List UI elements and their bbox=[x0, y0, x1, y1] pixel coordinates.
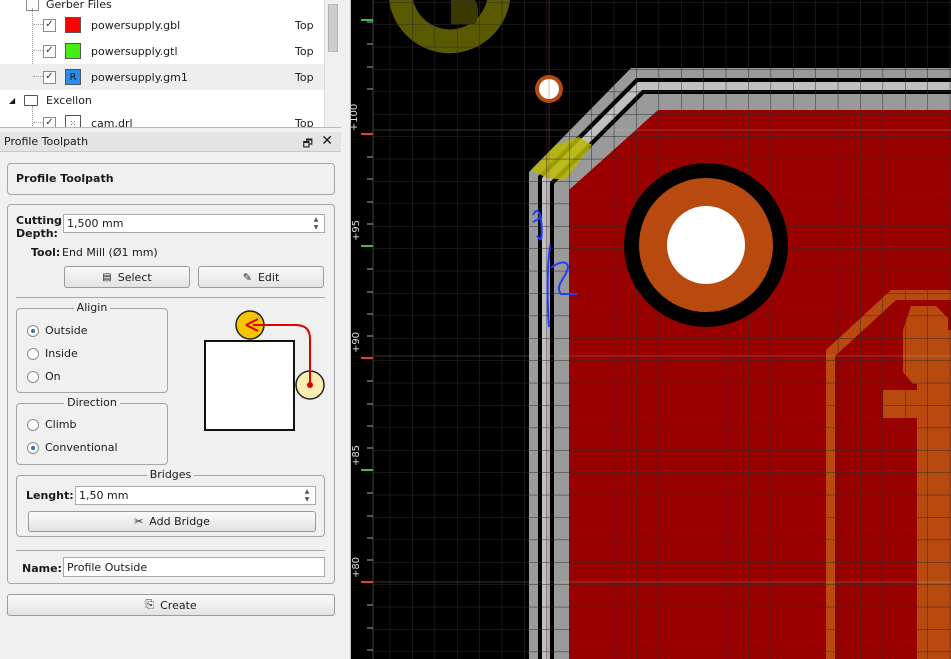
file-side: Top bbox=[295, 18, 314, 32]
checkbox-checked-icon[interactable]: ✓ bbox=[43, 70, 56, 84]
button-label: Edit bbox=[257, 270, 280, 284]
bridges-group: Bridges Lenght: 1,50 mm ▲ ▼ ✂ Add Bridge bbox=[16, 468, 325, 537]
spin-buttons[interactable]: ▲ ▼ bbox=[301, 488, 313, 503]
pcb-canvas[interactable]: +100 +95 +90 +85 +80 bbox=[349, 0, 951, 659]
align-inside-radio[interactable]: Inside bbox=[27, 347, 78, 360]
checkbox-checked-icon[interactable]: ✓ bbox=[43, 18, 56, 32]
tool-label: Tool: bbox=[31, 246, 61, 259]
button-label: Add Bridge bbox=[149, 515, 210, 528]
tool-value: End Mill (Ø1 mm) bbox=[62, 246, 158, 259]
tree-scrollbar[interactable] bbox=[324, 0, 341, 127]
layer-color-swatch[interactable] bbox=[65, 17, 81, 33]
radio-selected-icon bbox=[27, 324, 39, 337]
bridges-title: Bridges bbox=[146, 468, 195, 481]
cutting-depth-label: Depth: bbox=[16, 227, 58, 240]
direction-group: Direction Climb Conventional bbox=[16, 396, 168, 465]
close-icon[interactable]: ✕ bbox=[321, 133, 333, 149]
expand-arrow-icon[interactable]: ◢ bbox=[9, 96, 15, 105]
panel-header-box: Profile Toolpath bbox=[7, 163, 335, 195]
drill-dice-icon[interactable]: ⁙ bbox=[65, 115, 81, 127]
radio-icon bbox=[27, 347, 39, 360]
scissors-icon: ✂ bbox=[134, 515, 144, 528]
file-side: Top bbox=[295, 116, 314, 128]
project-tree[interactable]: Gerber Files ✓ powersupply.gbl Top ✓ pow… bbox=[0, 0, 341, 128]
align-on-radio[interactable]: On bbox=[27, 370, 61, 383]
tree-item-file-2[interactable]: ✓ powersupply.gtl Top bbox=[0, 38, 324, 64]
tree-branch bbox=[33, 50, 43, 51]
radio-label: Climb bbox=[45, 418, 77, 431]
file-name: cam.drl bbox=[91, 116, 133, 128]
radio-selected-icon bbox=[27, 441, 39, 454]
pencil-icon: ✎ bbox=[242, 270, 252, 284]
cutting-depth-label: Cutting bbox=[16, 214, 62, 227]
file-name: powersupply.gbl bbox=[91, 18, 181, 32]
tree-branch bbox=[33, 76, 43, 77]
create-button[interactable]: ⎘ Create bbox=[7, 594, 335, 616]
button-label: Create bbox=[160, 598, 197, 612]
radio-icon bbox=[27, 418, 39, 431]
radio-icon bbox=[27, 370, 39, 383]
add-bridge-button[interactable]: ✂ Add Bridge bbox=[28, 511, 316, 532]
select-tool-button[interactable]: ▤ Select bbox=[64, 266, 190, 288]
tree-item-file-1[interactable]: ✓ powersupply.gbl Top bbox=[0, 12, 324, 38]
panel-splitter[interactable] bbox=[341, 0, 351, 659]
checkbox-checked-icon[interactable]: ✓ bbox=[43, 44, 56, 58]
list-icon: ▤ bbox=[102, 271, 112, 283]
edit-tool-button[interactable]: ✎ Edit bbox=[198, 266, 324, 288]
checkbox-checked-icon[interactable]: ✓ bbox=[43, 116, 56, 127]
pcb-view[interactable] bbox=[351, 0, 951, 659]
tree-group-label: Excellon bbox=[46, 93, 92, 107]
direction-title: Direction bbox=[64, 396, 120, 409]
float-window-icon[interactable]: 🗗 bbox=[303, 135, 313, 154]
divider bbox=[16, 550, 325, 551]
tree-branch bbox=[33, 24, 43, 25]
tree-item-drill[interactable]: ✓ ⁙ cam.drl Top bbox=[0, 110, 324, 128]
direction-conventional-radio[interactable]: Conventional bbox=[27, 441, 118, 454]
file-side: Top bbox=[295, 70, 314, 84]
create-document-icon: ⎘ bbox=[145, 598, 155, 611]
direction-climb-radio[interactable]: Climb bbox=[27, 418, 77, 431]
file-side: Top bbox=[295, 44, 314, 58]
dock-title: Profile Toolpath bbox=[4, 135, 89, 148]
panel-main-box: Cutting Depth: 1,500 mm ▲ ▼ Tool: End Mil… bbox=[7, 204, 335, 584]
file-name: powersupply.gtl bbox=[91, 44, 178, 58]
panel-header: Profile Toolpath bbox=[16, 172, 114, 185]
dock-title-bar[interactable]: Profile Toolpath 🗗 ✕ bbox=[0, 132, 341, 152]
scrollbar-thumb[interactable] bbox=[328, 4, 338, 52]
tree-group-label: Gerber Files bbox=[46, 0, 112, 11]
align-preview-diagram bbox=[204, 310, 325, 431]
button-label: Select bbox=[117, 270, 152, 284]
align-title: Aligin bbox=[73, 301, 111, 314]
radio-label: On bbox=[45, 370, 61, 383]
radio-label: Conventional bbox=[45, 441, 118, 454]
spin-buttons[interactable]: ▲ ▼ bbox=[310, 216, 322, 231]
name-value: Profile Outside bbox=[67, 560, 148, 574]
tree-branch bbox=[33, 122, 43, 123]
bridge-length-value: 1,50 mm bbox=[79, 489, 129, 502]
file-name: powersupply.gm1 bbox=[91, 70, 188, 84]
bridge-length-label: Lenght: bbox=[26, 489, 74, 502]
layer-color-swatch[interactable] bbox=[65, 43, 81, 59]
folder-icon bbox=[24, 94, 38, 106]
layer-color-swatch[interactable]: R bbox=[65, 69, 81, 85]
cutting-depth-input[interactable]: 1,500 mm ▲ ▼ bbox=[63, 214, 325, 233]
divider bbox=[16, 297, 325, 298]
radio-label: Inside bbox=[45, 347, 78, 360]
cutting-depth-value: 1,500 mm bbox=[67, 217, 124, 230]
ruler-ticks bbox=[361, 19, 373, 651]
radio-label: Outside bbox=[45, 324, 88, 337]
name-label: Name: bbox=[22, 562, 62, 575]
name-input[interactable]: Profile Outside bbox=[63, 557, 325, 577]
align-outside-radio[interactable]: Outside bbox=[27, 324, 87, 337]
align-group: Aligin Outside Inside On bbox=[16, 301, 168, 393]
bridge-length-input[interactable]: 1,50 mm ▲ ▼ bbox=[75, 486, 316, 505]
